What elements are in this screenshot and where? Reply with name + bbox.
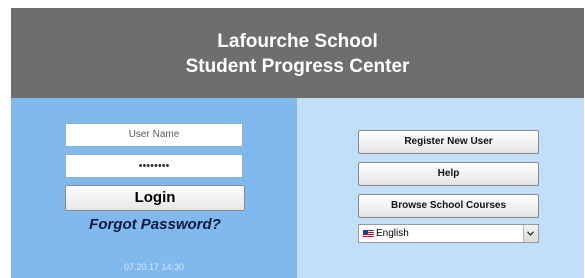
username-input[interactable]: User Name bbox=[65, 123, 243, 147]
actions-panel: Register New User Help Browse School Cou… bbox=[297, 98, 584, 278]
login-panel: User Name •••••••• Login Forgot Password… bbox=[11, 98, 297, 278]
forgot-password-link[interactable]: Forgot Password? bbox=[65, 216, 245, 233]
timestamp: 07.20.17 14:30 bbox=[123, 262, 185, 272]
chevron-down-icon[interactable] bbox=[523, 225, 538, 242]
password-input[interactable]: •••••••• bbox=[65, 154, 243, 178]
language-selected-value: English bbox=[376, 228, 409, 239]
help-button[interactable]: Help bbox=[358, 162, 539, 186]
login-button[interactable]: Login bbox=[65, 185, 245, 211]
register-new-user-button[interactable]: Register New User bbox=[358, 130, 539, 154]
us-flag-icon bbox=[363, 230, 374, 237]
page-header: Lafourche School Student Progress Center bbox=[11, 8, 584, 98]
browse-school-courses-button[interactable]: Browse School Courses bbox=[358, 194, 539, 218]
school-name: Lafourche School bbox=[217, 31, 378, 52]
login-page: Lafourche School Student Progress Center… bbox=[11, 8, 584, 278]
center-title: Student Progress Center bbox=[185, 56, 410, 77]
language-select[interactable]: English bbox=[358, 224, 539, 243]
